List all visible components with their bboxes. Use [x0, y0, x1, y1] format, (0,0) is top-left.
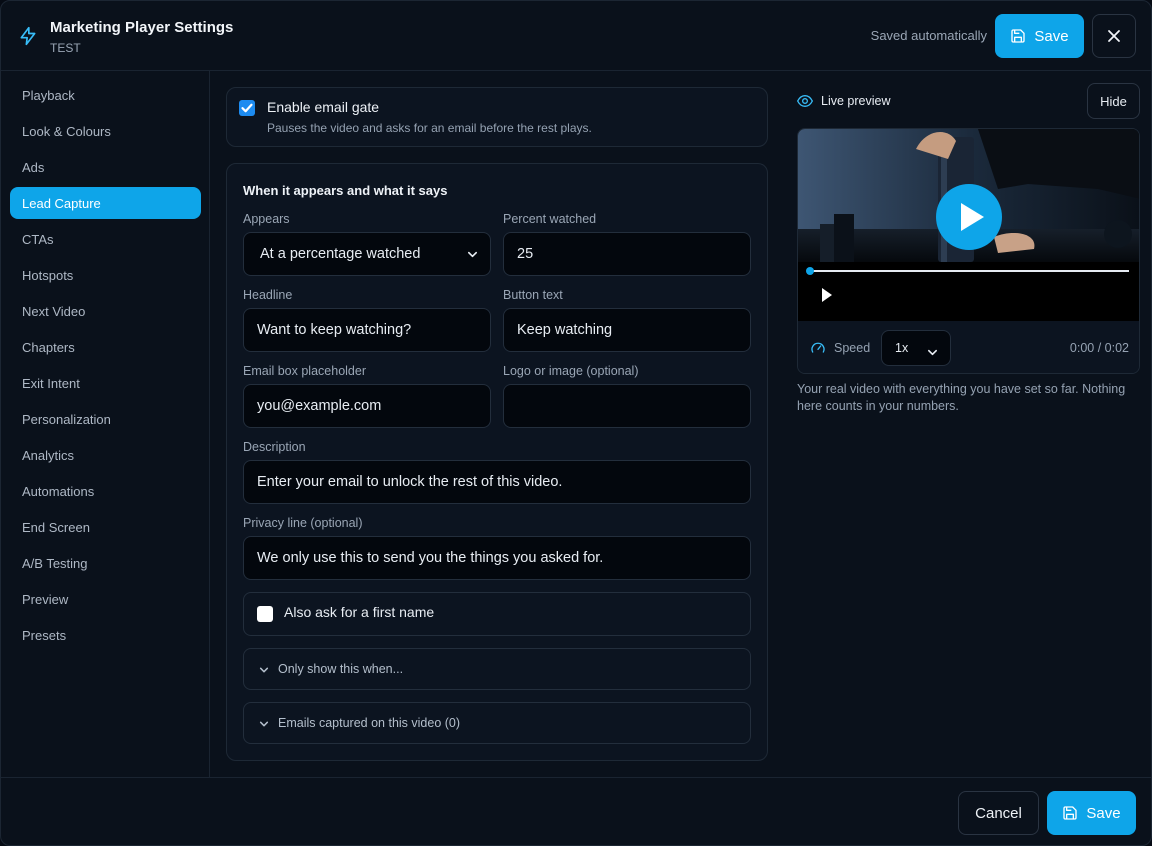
hide-preview-button[interactable]: Hide — [1087, 83, 1140, 119]
button-text-label: Button text — [503, 288, 563, 302]
speed-select[interactable]: 1x — [881, 330, 951, 366]
chevron-down-icon — [928, 349, 937, 356]
email-gate-help: Pauses the video and asks for an email b… — [267, 121, 592, 135]
save-button-label: Save — [1034, 27, 1069, 45]
eye-icon — [797, 94, 813, 108]
email-gate-label: Enable email gate — [267, 99, 380, 115]
email-gate-card: Enable email gate Pauses the video and a… — [226, 87, 768, 147]
sidebar-item-next-video[interactable]: Next Video — [10, 295, 201, 327]
first-name-checkbox[interactable] — [257, 606, 273, 622]
video-thumbnail — [798, 129, 1139, 321]
settings-modal: Marketing Player Settings TEST Saved aut… — [0, 0, 1152, 846]
logo-label: Logo or image (optional) — [503, 364, 639, 378]
first-name-option[interactable]: Also ask for a first name — [243, 592, 751, 636]
gauge-icon — [811, 342, 825, 353]
chevron-down-icon — [259, 721, 269, 727]
percent-input[interactable]: 25 — [503, 232, 751, 276]
speed-value: 1x — [895, 341, 909, 355]
page-subtitle: TEST — [50, 41, 81, 55]
percent-label: Percent watched — [503, 212, 597, 226]
save-button[interactable]: Save — [995, 14, 1084, 58]
video-frame[interactable] — [798, 129, 1139, 321]
sidebar-item-personalization[interactable]: Personalization — [10, 403, 201, 435]
sidebar-item-lead-capture[interactable]: Lead Capture — [10, 187, 201, 219]
sidebar-item-chapters[interactable]: Chapters — [10, 331, 201, 363]
video-time: 0:00 / 0:02 — [1069, 341, 1129, 355]
headline-input[interactable]: Want to keep watching? — [243, 308, 491, 352]
emails-captured-collapsible[interactable]: Emails captured on this video (0) — [243, 702, 751, 744]
button-text-input[interactable]: Keep watching — [503, 308, 751, 352]
sidebar-item-ctas[interactable]: CTAs — [10, 223, 201, 255]
sidebar-item-ab-testing[interactable]: A/B Testing — [10, 547, 201, 579]
email-gate-checkbox[interactable] — [239, 100, 255, 116]
logo-input[interactable] — [503, 384, 751, 428]
checkmark-icon — [241, 103, 253, 113]
chevron-down-icon — [259, 667, 269, 673]
preview-note: Your real video with everything you have… — [797, 382, 1126, 413]
speed-label: Speed — [834, 341, 871, 355]
only-show-collapsible[interactable]: Only show this when... — [243, 648, 751, 690]
placeholder-label: Email box placeholder — [243, 364, 366, 378]
sidebar-item-preview[interactable]: Preview — [10, 583, 201, 615]
sidebar-item-exit-intent[interactable]: Exit Intent — [10, 367, 201, 399]
appears-select[interactable]: At a percentage watched — [243, 232, 491, 276]
appearance-form-card: When it appears and what it says Appears… — [226, 163, 768, 761]
only-show-label: Only show this when... — [278, 662, 404, 676]
floppy-icon — [1011, 29, 1026, 43]
description-input[interactable]: Enter your email to unlock the rest of t… — [243, 460, 751, 504]
sidebar-item-presets[interactable]: Presets — [10, 619, 201, 651]
floppy-icon — [1063, 806, 1078, 820]
sidebar-item-playback[interactable]: Playback — [10, 79, 201, 111]
privacy-input[interactable]: We only use this to send you the things … — [243, 536, 751, 580]
live-preview-label: Live preview — [821, 94, 891, 108]
live-preview-panel: Live preview Hide Speed 1x 0:00 / 0:02 Y… — [785, 71, 1151, 777]
autosave-status: Saved automatically — [870, 28, 987, 43]
sidebar-item-automations[interactable]: Automations — [10, 475, 201, 507]
section-title: When it appears and what it says — [243, 183, 448, 198]
settings-sidebar: Playback Look & Colours Ads Lead Capture… — [1, 71, 210, 777]
bolt-icon — [20, 26, 36, 46]
footer: Cancel Save — [1, 777, 1151, 845]
headline-label: Headline — [243, 288, 293, 302]
sidebar-item-analytics[interactable]: Analytics — [10, 439, 201, 471]
close-button[interactable] — [1092, 14, 1136, 58]
header: Marketing Player Settings TEST Saved aut… — [1, 1, 1151, 71]
appears-label: Appears — [243, 212, 290, 226]
chevron-down-icon — [468, 251, 477, 258]
page-title: Marketing Player Settings — [50, 19, 234, 36]
placeholder-input[interactable]: you@example.com — [243, 384, 491, 428]
lead-capture-panel: Enable email gate Pauses the video and a… — [210, 71, 785, 777]
appears-value: At a percentage watched — [260, 246, 421, 262]
emails-captured-label: Emails captured on this video (0) — [278, 716, 461, 730]
sidebar-item-ads[interactable]: Ads — [10, 151, 201, 183]
sidebar-item-look-colours[interactable]: Look & Colours — [10, 115, 201, 147]
video-player: Speed 1x 0:00 / 0:02 — [797, 128, 1140, 374]
close-icon — [1108, 30, 1120, 42]
speed-bar: Speed 1x 0:00 / 0:02 — [798, 321, 1139, 373]
cancel-button[interactable]: Cancel — [958, 791, 1039, 835]
description-label: Description — [243, 440, 306, 454]
sidebar-item-end-screen[interactable]: End Screen — [10, 511, 201, 543]
footer-save-button[interactable]: Save — [1047, 791, 1136, 835]
footer-save-label: Save — [1086, 804, 1121, 822]
sidebar-item-hotspots[interactable]: Hotspots — [10, 259, 201, 291]
first-name-label: Also ask for a first name — [284, 604, 435, 620]
privacy-label: Privacy line (optional) — [243, 516, 363, 530]
